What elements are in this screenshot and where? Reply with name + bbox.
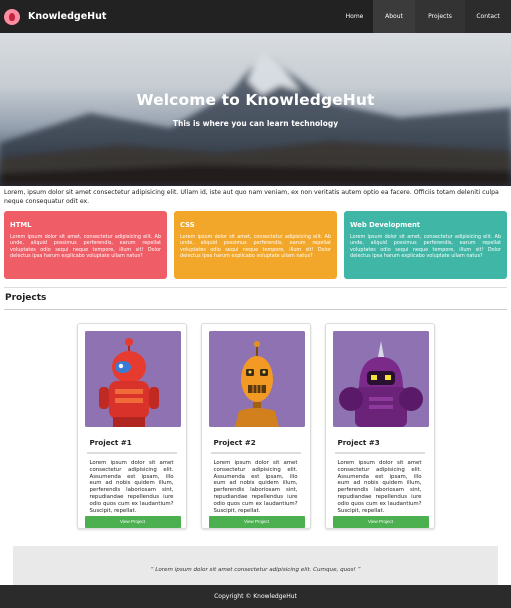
red-robot-image	[84, 331, 181, 427]
hero-banner: Welcome to KnowledgeHut This is where yo…	[0, 33, 511, 186]
card-rule	[210, 452, 301, 454]
copyright-text: Copyright © KnowledgeHut	[214, 593, 297, 600]
project-title: Project #3	[337, 438, 380, 447]
nav-contact[interactable]: Contact	[465, 0, 511, 33]
feature-text: Lorem ipsum dolor sit amet, consectetur …	[350, 234, 501, 260]
nav-home[interactable]: Home	[336, 0, 373, 33]
project-description: Lorem ipsum dolor sit amet consectetur a…	[89, 460, 174, 514]
card-rule	[334, 452, 425, 454]
project-cards: Project #1 Lorem ipsum dolor sit amet co…	[0, 323, 511, 529]
feature-title: CSS	[180, 221, 195, 229]
footer: Copyright © KnowledgeHut	[0, 585, 511, 608]
project-description: Lorem ipsum dolor sit amet consectetur a…	[213, 460, 298, 514]
heading-rule	[4, 309, 507, 310]
brand[interactable]: KnowledgeHut	[4, 8, 107, 25]
orange-robot-image	[208, 331, 305, 427]
project-description: Lorem ipsum dolor sit amet consectetur a…	[337, 460, 422, 514]
logo-icon	[4, 8, 20, 25]
feature-title: HTML	[10, 221, 32, 229]
feature-css: CSS Lorem ipsum dolor sit amet, consecte…	[174, 211, 337, 279]
brand-name: KnowledgeHut	[28, 11, 107, 22]
nav-projects[interactable]: Projects	[415, 0, 465, 33]
nav-about[interactable]: About	[373, 0, 415, 33]
project-card: Project #1 Lorem ipsum dolor sit amet co…	[76, 323, 187, 529]
nav-menu: Home About Projects Contact	[336, 0, 511, 33]
feature-title: Web Development	[350, 221, 421, 229]
feature-text: Lorem ipsum dolor sit amet, consectetur …	[180, 234, 331, 260]
project-card: Project #2 Lorem ipsum dolor sit amet co…	[200, 323, 311, 529]
project-card: Project #3 Lorem ipsum dolor sit amet co…	[324, 323, 435, 529]
hero-title: Welcome to KnowledgeHut	[136, 91, 375, 109]
view-project-button[interactable]: View Project	[332, 516, 429, 528]
projects-heading: Projects	[5, 293, 47, 303]
feature-text: Lorem ipsum dolor sit amet, consectetur …	[10, 234, 161, 260]
navbar: KnowledgeHut Home About Projects Contact	[0, 0, 511, 33]
feature-html: HTML Lorem ipsum dolor sit amet, consect…	[4, 211, 167, 279]
purple-robot-image	[332, 331, 429, 427]
project-title: Project #2	[213, 438, 256, 447]
card-rule	[86, 452, 177, 454]
view-project-button[interactable]: View Project	[208, 516, 305, 528]
feature-boxes: HTML Lorem ipsum dolor sit amet, consect…	[0, 211, 511, 279]
mountain-background	[0, 51, 511, 186]
hero-subtitle: This is where you can learn technology	[172, 119, 339, 128]
view-project-button[interactable]: View Project	[84, 516, 181, 528]
intro-paragraph: Lorem, ipsum dolor sit amet consectetur …	[4, 189, 499, 205]
feature-web-development: Web Development Lorem ipsum dolor sit am…	[344, 211, 507, 279]
project-title: Project #1	[89, 438, 132, 447]
quote-text: “ Lorem ipsum dolor sit amet consectetur…	[150, 567, 361, 573]
